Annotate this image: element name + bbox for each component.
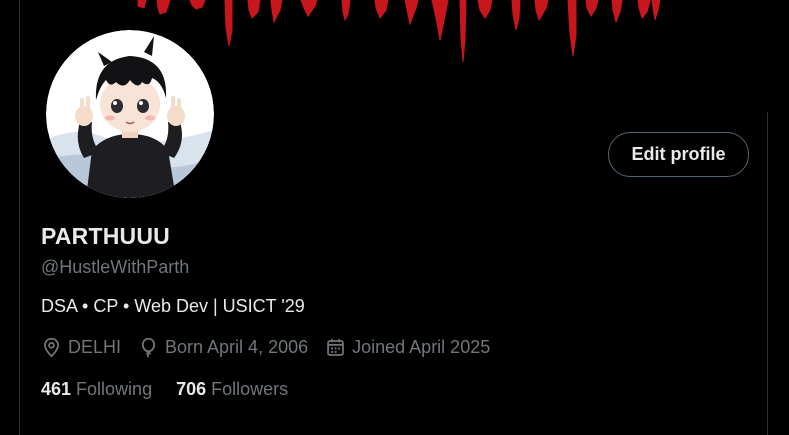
following-label: Following — [76, 379, 153, 399]
profile-display-name: PARTHUUU — [41, 223, 170, 249]
profile-stats: 461 Following 706 Followers — [41, 379, 312, 400]
following-link[interactable]: 461 Following — [41, 379, 152, 400]
balloon-icon — [141, 337, 156, 358]
meta-joined: Joined April 2025 — [325, 337, 490, 358]
edit-profile-button[interactable]: Edit profile — [608, 132, 749, 177]
meta-location: DELHI — [41, 337, 121, 358]
profile-column: Edit profile PARTHUUU @HustleWithParth D… — [19, 0, 769, 435]
joined-text: Joined April 2025 — [352, 337, 491, 357]
followers-link[interactable]: 706 Followers — [176, 379, 288, 400]
avatar-illustration — [46, 30, 214, 198]
meta-birthday: Born April 4, 2006 — [138, 337, 308, 358]
calendar-icon — [327, 339, 344, 356]
avatar[interactable] — [42, 26, 218, 202]
profile-meta: DELHI Born April 4, 2006 Joined April 20… — [41, 337, 507, 358]
location-text: DELHI — [68, 337, 122, 357]
followers-label: Followers — [211, 379, 289, 399]
following-count: 461 — [41, 379, 72, 399]
location-pin-icon — [44, 337, 59, 358]
profile-bio: DSA • CP • Web Dev | USICT '29 — [41, 296, 305, 316]
followers-count: 706 — [176, 379, 207, 399]
profile-handle: @HustleWithParth — [41, 257, 190, 277]
birthday-text: Born April 4, 2006 — [165, 337, 309, 357]
